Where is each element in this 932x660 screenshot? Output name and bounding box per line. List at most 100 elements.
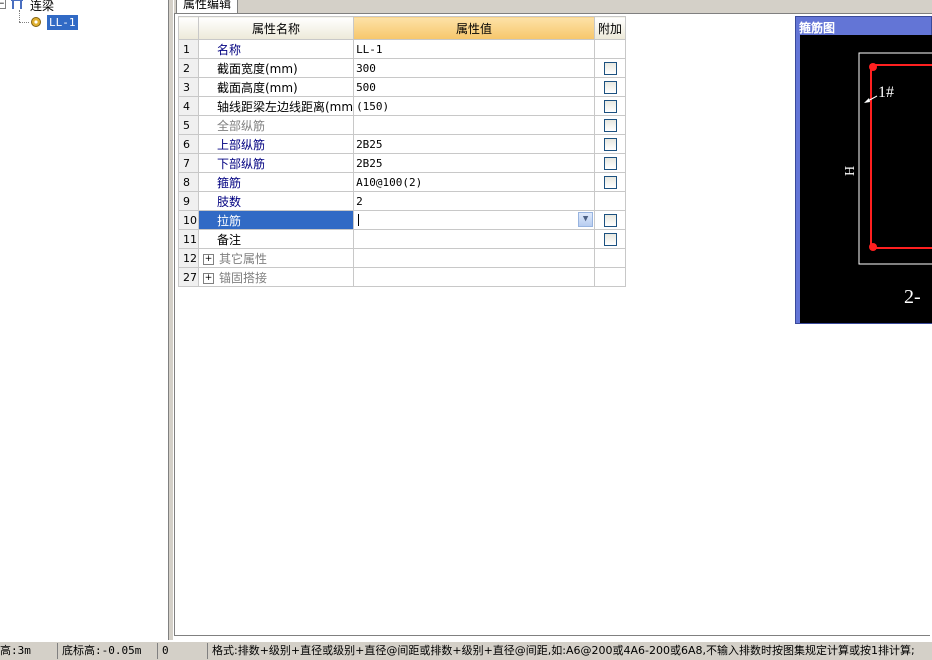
grid-row[interactable]: 11 备注 [178,229,627,249]
grid-row[interactable]: 6 上部纵筋 2B25 [178,134,627,154]
property-value-cell[interactable]: LL-1 [353,39,596,59]
grid-row[interactable]: 10 拉筋 ▼ [178,210,627,230]
property-name-label: 箍筋 [217,175,242,190]
property-name-cell[interactable]: 备注 [197,229,355,249]
stirrup-drawing: 1# H 2- [843,52,932,308]
property-name-label: 下部纵筋 [217,156,266,171]
property-value-cell[interactable]: 2 [353,191,596,211]
extra-cell[interactable] [594,58,627,78]
property-value-cell[interactable]: (150) [353,96,596,116]
property-name-cell[interactable]: 截面高度(mm) [197,77,355,97]
extra-cell[interactable] [594,115,627,135]
property-name-cell[interactable]: + 其它属性 [197,248,355,268]
extra-checkbox[interactable] [603,80,617,94]
stirrup-diagram-panel: 箍筋图 1# H 2- [795,16,932,324]
tab-strip: 属性编辑 [174,0,932,14]
grid-row[interactable]: 2 截面宽度(mm) 300 [178,58,627,78]
property-value-cell[interactable] [353,267,596,287]
property-value-cell[interactable]: ▼ [353,210,596,230]
grid-row[interactable]: 27 + 锚固搭接 [178,267,627,287]
extra-checkbox[interactable] [603,232,617,246]
property-value-cell[interactable]: 500 [353,77,596,97]
extra-cell[interactable] [594,153,627,173]
row-number: 2 [178,58,199,78]
property-value-text: 2B25 [356,156,383,170]
grid-row[interactable]: 9 肢数 2 [178,191,627,211]
grid-row[interactable]: 7 下部纵筋 2B25 [178,153,627,173]
expand-icon[interactable]: + [203,272,214,284]
property-value-cell[interactable]: A10@100(2) [353,172,596,192]
property-name-cell[interactable]: 下部纵筋 [197,153,355,173]
tab-property-editor[interactable]: 属性编辑 [176,0,239,13]
property-name-cell[interactable]: 名称 [197,39,355,59]
section-outline [858,52,932,265]
property-value-cell[interactable] [353,229,596,249]
property-name-cell[interactable]: 轴线距梁左边线距离(mm [197,96,355,116]
property-name-label: 其它属性 [219,251,268,266]
property-value-cell[interactable] [353,115,596,135]
extra-cell[interactable] [594,96,627,116]
header-property-name[interactable]: 属性名称 [197,16,355,40]
property-name-cell[interactable]: 上部纵筋 [197,134,355,154]
grid-row[interactable]: 3 截面高度(mm) 500 [178,77,627,97]
header-property-value[interactable]: 属性值 [353,16,596,40]
tree-root-label: 连梁 [30,0,55,13]
extra-cell [594,191,627,211]
property-name-cell[interactable]: 箍筋 [197,172,355,192]
row-number: 8 [178,172,199,192]
property-name-cell[interactable]: 截面宽度(mm) [197,58,355,78]
status-bottom-elevation: 底标高:-0.05m [58,643,158,659]
property-name-label: 备注 [217,232,242,247]
coupling-beam-icon [11,0,23,9]
grid-row[interactable]: 4 轴线距梁左边线距离(mm (150) [178,96,627,116]
property-value-cell[interactable]: 300 [353,58,596,78]
status-zero: 0 [158,643,208,659]
extra-cell[interactable] [594,210,627,230]
grid-row[interactable]: 12 + 其它属性 [178,248,627,268]
property-value-cell[interactable] [353,248,596,268]
property-name-cell[interactable]: 全部纵筋 [197,115,355,135]
status-format-hint: 格式:排数+级别+直径或级别+直径@间距或排数+级别+直径@间距,如:A6@20… [212,644,915,657]
property-name-label: 轴线距梁左边线距离(mm [217,99,354,114]
property-name-cell[interactable]: 肢数 [197,191,355,211]
extra-cell[interactable] [594,172,627,192]
expand-icon[interactable]: + [203,253,214,265]
property-value-cell[interactable]: 2B25 [353,153,596,173]
property-grid: 属性名称 属性值 附加 1 名称 LL-1 2 截面宽度(mm) 300 3 截面高度(mm)… [178,16,627,287]
extra-checkbox[interactable] [603,99,617,113]
collapse-icon[interactable]: − [0,0,6,9]
extra-checkbox[interactable] [603,213,617,227]
extra-cell[interactable] [594,77,627,97]
row-number: 1 [178,39,199,59]
text-caret [358,214,360,226]
header-extra[interactable]: 附加 [594,16,627,40]
bottom-label: 2- [904,286,921,308]
row-number: 12 [178,248,199,268]
grid-row[interactable]: 5 全部纵筋 [178,115,627,135]
property-name-label: 上部纵筋 [217,137,266,152]
grid-row[interactable]: 8 箍筋 A10@100(2) [178,172,627,192]
height-label: H [843,166,858,176]
property-name-cell[interactable]: 拉筋 [197,210,355,230]
property-value-text: (150) [356,99,390,113]
property-value-cell[interactable]: 2B25 [353,134,596,154]
row-number: 4 [178,96,199,116]
chevron-down-icon[interactable]: ▼ [578,212,594,227]
component-tree: − 连梁 LL-1 [0,0,168,640]
extra-checkbox[interactable] [603,118,617,132]
value-editor-input[interactable]: ▼ [356,212,594,229]
grid-row[interactable]: 1 名称 LL-1 [178,39,627,59]
extra-checkbox[interactable] [603,61,617,75]
extra-cell [594,39,627,59]
extra-checkbox[interactable] [603,156,617,170]
stirrup-canvas: 1# H 2- [800,35,932,323]
row-number: 27 [178,267,199,287]
status-bar: 高:3m 底标高:-0.05m 0 格式:排数+级别+直径或级别+直径@间距或排… [0,641,932,660]
extra-checkbox[interactable] [603,137,617,151]
extra-cell[interactable] [594,229,627,249]
tree-connector [19,10,20,22]
extra-checkbox[interactable] [603,175,617,189]
property-name-cell[interactable]: + 锚固搭接 [197,267,355,287]
extra-cell[interactable] [594,134,627,154]
row-number: 10 [178,210,199,230]
